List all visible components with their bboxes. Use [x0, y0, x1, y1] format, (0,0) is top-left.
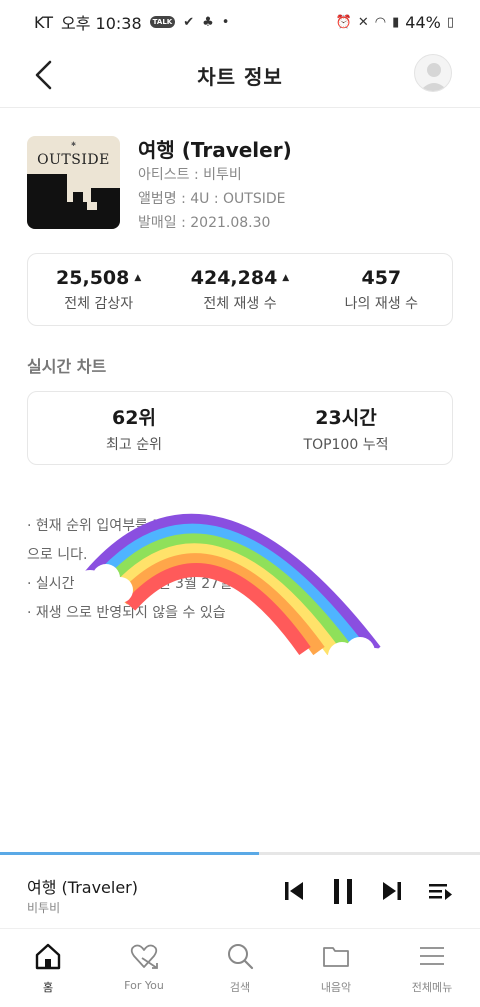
check-icon: ✔ [183, 14, 195, 30]
stats-card: 25,508 ▲ 전체 감상자 424,284 ▲ 전체 재생 수 457 나의 재… [27, 253, 453, 326]
mute-icon: ✕ [357, 14, 369, 30]
song-title: 여행 (Traveler) [138, 138, 292, 162]
person-icon [420, 63, 448, 91]
heart-arrow-icon [130, 944, 158, 969]
release-date: 발매일 : 2021.08.30 [138, 215, 271, 231]
carrier-label: KT [34, 12, 54, 32]
nav-label: 홈 [42, 981, 54, 994]
stat-label: 전체 재생 수 [203, 295, 277, 312]
realtime-top100-hours: 23시간 TOP100 누적 [240, 392, 452, 464]
cover-artwork [27, 170, 120, 229]
rt-value: 62위 [112, 406, 156, 429]
profile-avatar[interactable] [414, 54, 452, 92]
trend-up-icon: ▲ [282, 272, 290, 283]
mini-player[interactable]: 여행 (Traveler) 비투비 [0, 856, 480, 928]
album-info[interactable]: 앨범명 : 4U : OUTSIDE [138, 188, 286, 208]
note-line: · 재생 으로 반영되지 않을 수 있습 [27, 605, 226, 621]
status-bar: KT 오후 10:38 TALK ✔ ♣ • ⏰ ✕ ◠ ▮ 44% ▯ [0, 0, 480, 44]
nav-label: 전체메뉴 [411, 981, 453, 994]
notification-icon: ♣ [202, 14, 214, 30]
nav-label: For You [124, 979, 164, 992]
stat-value: 25,508 [56, 266, 130, 289]
signal-icon: ▮ [392, 14, 400, 30]
nav-label: 내음악 [320, 981, 352, 994]
playback-progress[interactable] [0, 852, 480, 855]
clock: 오후 10:38 [61, 14, 142, 33]
stat-value: 424,284 [190, 266, 278, 289]
nav-item-all-menu[interactable]: 전체메뉴 [384, 929, 480, 1007]
playlist-icon[interactable] [426, 876, 454, 906]
battery-level: 44% [405, 12, 441, 32]
stat-my-plays: 457 나의 재생 수 [311, 254, 452, 325]
stat-value: 457 [361, 266, 402, 289]
note-line: · 실시간 차트는 2013년 3월 27일 이후부터 니다. [27, 576, 323, 592]
stat-total-plays: 424,284 ▲ 전체 재생 수 [169, 254, 310, 325]
progress-fill [0, 852, 260, 855]
rt-label: 최고 순위 [106, 436, 162, 453]
player-artist: 비투비 [27, 901, 61, 915]
dot-icon: • [221, 14, 230, 30]
nav-item-for-you[interactable]: For You [96, 929, 192, 1007]
home-icon [35, 943, 61, 970]
note-line: 으로 니다. [27, 547, 88, 563]
pause-icon[interactable] [329, 876, 357, 906]
album-cover[interactable]: ✱ OUTSIDE [27, 136, 120, 229]
bottom-navigation: 홈 For You 검색 내음악 전체메뉴 [0, 928, 480, 1007]
battery-icon: ▯ [446, 14, 454, 30]
previous-icon[interactable] [280, 876, 308, 906]
stat-total-listeners: 25,508 ▲ 전체 감상자 [28, 254, 169, 325]
trend-up-icon: ▲ [134, 272, 142, 283]
stat-label: 나의 재생 수 [344, 295, 418, 312]
next-icon[interactable] [378, 876, 406, 906]
notes-list: · 현재 순위 입여부를 기준 으로 니다. · 실시간 차트는 2013년 3… [27, 512, 457, 628]
section-title-realtime: 실시간 차트 [27, 357, 107, 376]
nav-item-my-music[interactable]: 내음악 [288, 929, 384, 1007]
menu-icon [420, 947, 444, 965]
stat-label: 전체 감상자 [64, 295, 134, 312]
nav-label: 검색 [229, 981, 251, 994]
realtime-card: 62위 최고 순위 23시간 TOP100 누적 [27, 391, 453, 465]
nav-item-home[interactable]: 홈 [0, 929, 96, 1007]
page-title: 차트 정보 [197, 65, 283, 89]
wifi-icon: ◠ [374, 14, 387, 30]
folder-icon [323, 947, 349, 967]
nav-item-search[interactable]: 검색 [192, 929, 288, 1007]
artist-info[interactable]: 아티스트 : 비투비 [138, 164, 242, 184]
search-icon [228, 944, 254, 970]
top-app-bar: 차트 정보 [0, 44, 480, 108]
rt-value: 23시간 [315, 406, 377, 429]
note-line: · 현재 순위 입여부를 기준 [27, 518, 179, 534]
rt-label: TOP100 누적 [303, 436, 389, 453]
kakaotalk-icon: TALK [149, 16, 176, 28]
alarm-icon: ⏰ [335, 14, 352, 30]
back-arrow-icon[interactable] [28, 58, 62, 92]
player-title[interactable]: 여행 (Traveler) [27, 874, 138, 898]
realtime-best-rank: 62위 최고 순위 [28, 392, 240, 464]
